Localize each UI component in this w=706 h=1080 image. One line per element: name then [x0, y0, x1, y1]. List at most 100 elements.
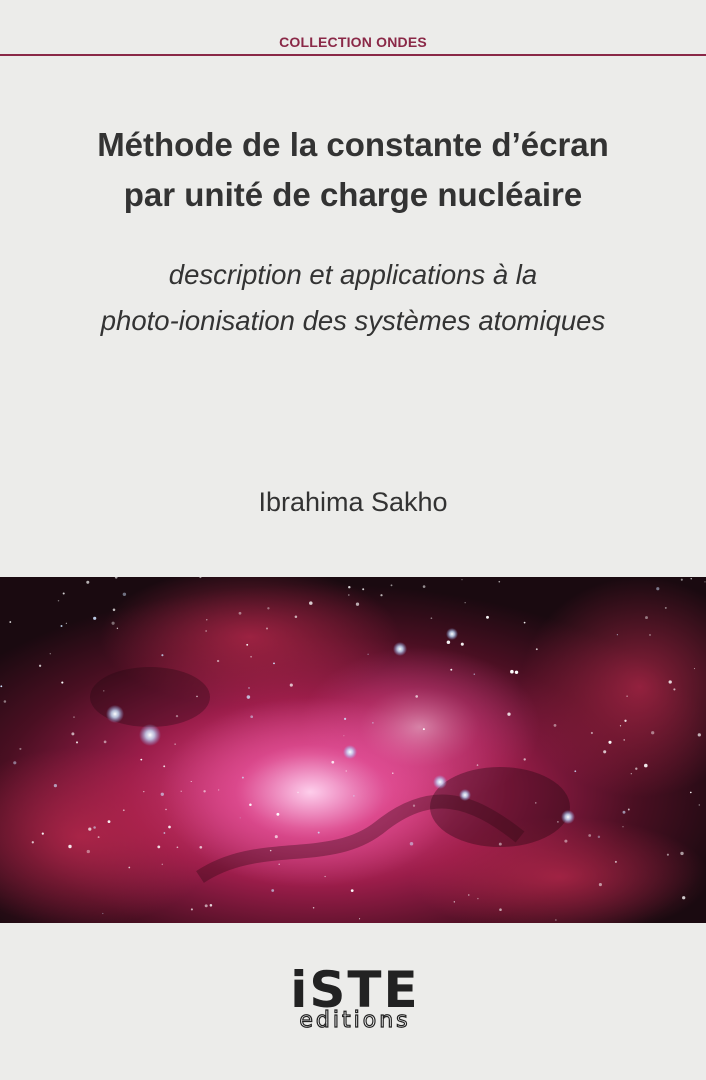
- star-dot: [9, 621, 12, 623]
- star-dot: [73, 716, 75, 718]
- star-dot: [422, 585, 426, 588]
- star-dot: [93, 616, 97, 620]
- star-dot: [690, 578, 692, 580]
- star-dot: [241, 776, 244, 779]
- star-dot: [460, 642, 464, 646]
- star-dot: [622, 826, 624, 828]
- star-dot: [680, 578, 683, 581]
- star-dot: [309, 601, 313, 605]
- star-dot: [689, 791, 692, 794]
- star-dot: [359, 918, 361, 920]
- star-dot: [535, 802, 537, 804]
- book-subtitle: description et applications à la photo-i…: [10, 252, 696, 344]
- star-dot: [93, 826, 96, 829]
- star-dot: [446, 640, 451, 644]
- book-subtitle-line-1: description et applications à la: [168, 259, 538, 290]
- star-dot: [75, 741, 79, 744]
- book-title-line-2: par unité de charge nucléaire: [123, 176, 583, 213]
- star-dot: [41, 832, 44, 835]
- star-dot: [273, 662, 275, 665]
- star-dot: [693, 668, 696, 670]
- star-dot: [60, 625, 63, 627]
- star-dot: [250, 655, 252, 658]
- star-dot: [666, 853, 669, 856]
- star-dot: [622, 810, 626, 814]
- star-dot: [180, 790, 182, 792]
- star-dot: [649, 634, 651, 636]
- star-dot: [71, 732, 75, 736]
- star-dot: [464, 602, 466, 604]
- star-dot: [564, 839, 568, 843]
- star-dot: [614, 860, 617, 863]
- star-dot: [523, 621, 526, 624]
- star-dot: [498, 580, 501, 583]
- book-title: Méthode de la constante d’écran par unit…: [20, 120, 686, 220]
- star-dot: [553, 723, 557, 727]
- author-name: Ibrahima Sakho: [258, 487, 448, 517]
- star-dot: [239, 817, 241, 819]
- star-dot: [430, 617, 433, 620]
- star-dot: [140, 758, 143, 761]
- star-dot: [107, 820, 111, 824]
- star-dot: [461, 579, 463, 581]
- star-dot: [196, 695, 198, 698]
- star-dot: [157, 845, 161, 849]
- star-dot: [190, 908, 193, 911]
- star-dot: [603, 750, 607, 754]
- star-dot: [468, 894, 470, 896]
- star-dot: [345, 770, 347, 772]
- star-dot: [3, 700, 7, 703]
- star-dot: [343, 717, 347, 721]
- star-dot: [218, 789, 220, 791]
- star-dot: [297, 791, 299, 794]
- star-dot: [574, 770, 577, 773]
- star-dot: [362, 588, 365, 591]
- star-dot: [103, 740, 107, 744]
- star-dot: [350, 889, 354, 892]
- star-dot: [176, 846, 179, 849]
- star-dot: [664, 606, 667, 609]
- star-dot: [238, 611, 242, 615]
- star-dot: [199, 845, 203, 849]
- book-subtitle-line-2: photo-ionisation des systèmes atomiques: [100, 305, 606, 336]
- star-dot: [698, 804, 700, 806]
- publisher-logo-sub: editions: [299, 1008, 411, 1033]
- star-dot: [510, 669, 514, 674]
- star-dot: [122, 592, 127, 597]
- star-dot: [651, 731, 655, 735]
- star-dot: [507, 712, 511, 716]
- star-dot: [294, 615, 298, 619]
- star-dot: [624, 719, 627, 722]
- star-dot: [627, 808, 630, 811]
- star-dot: [190, 781, 192, 782]
- nebula-image: [0, 577, 706, 923]
- star-dot: [116, 627, 119, 630]
- star-dot: [274, 835, 278, 839]
- star-dot: [250, 715, 254, 719]
- publisher-logo: iSTE editions: [270, 965, 440, 1033]
- star-dot: [102, 912, 104, 915]
- star-dot: [289, 683, 293, 687]
- star-dot: [216, 659, 220, 663]
- star-dot: [682, 896, 686, 900]
- star-dot: [31, 841, 34, 844]
- star-dot: [278, 863, 280, 866]
- star-dot: [19, 747, 22, 750]
- star-dot: [597, 835, 601, 839]
- star-dot: [372, 722, 374, 724]
- star-dot: [88, 827, 92, 831]
- star-dot: [205, 630, 207, 632]
- star-dot: [68, 844, 72, 849]
- star-dot: [103, 690, 105, 692]
- header-rule: [0, 54, 706, 56]
- star-dot: [673, 688, 676, 691]
- star-dot: [697, 733, 701, 737]
- star-dot: [267, 607, 270, 610]
- star-dot: [203, 790, 206, 793]
- star-dot: [704, 581, 706, 583]
- star-dot: [623, 739, 626, 741]
- star-dot: [476, 764, 479, 766]
- star-dot: [175, 714, 179, 718]
- star-dot: [161, 863, 164, 866]
- star-dot: [168, 825, 171, 829]
